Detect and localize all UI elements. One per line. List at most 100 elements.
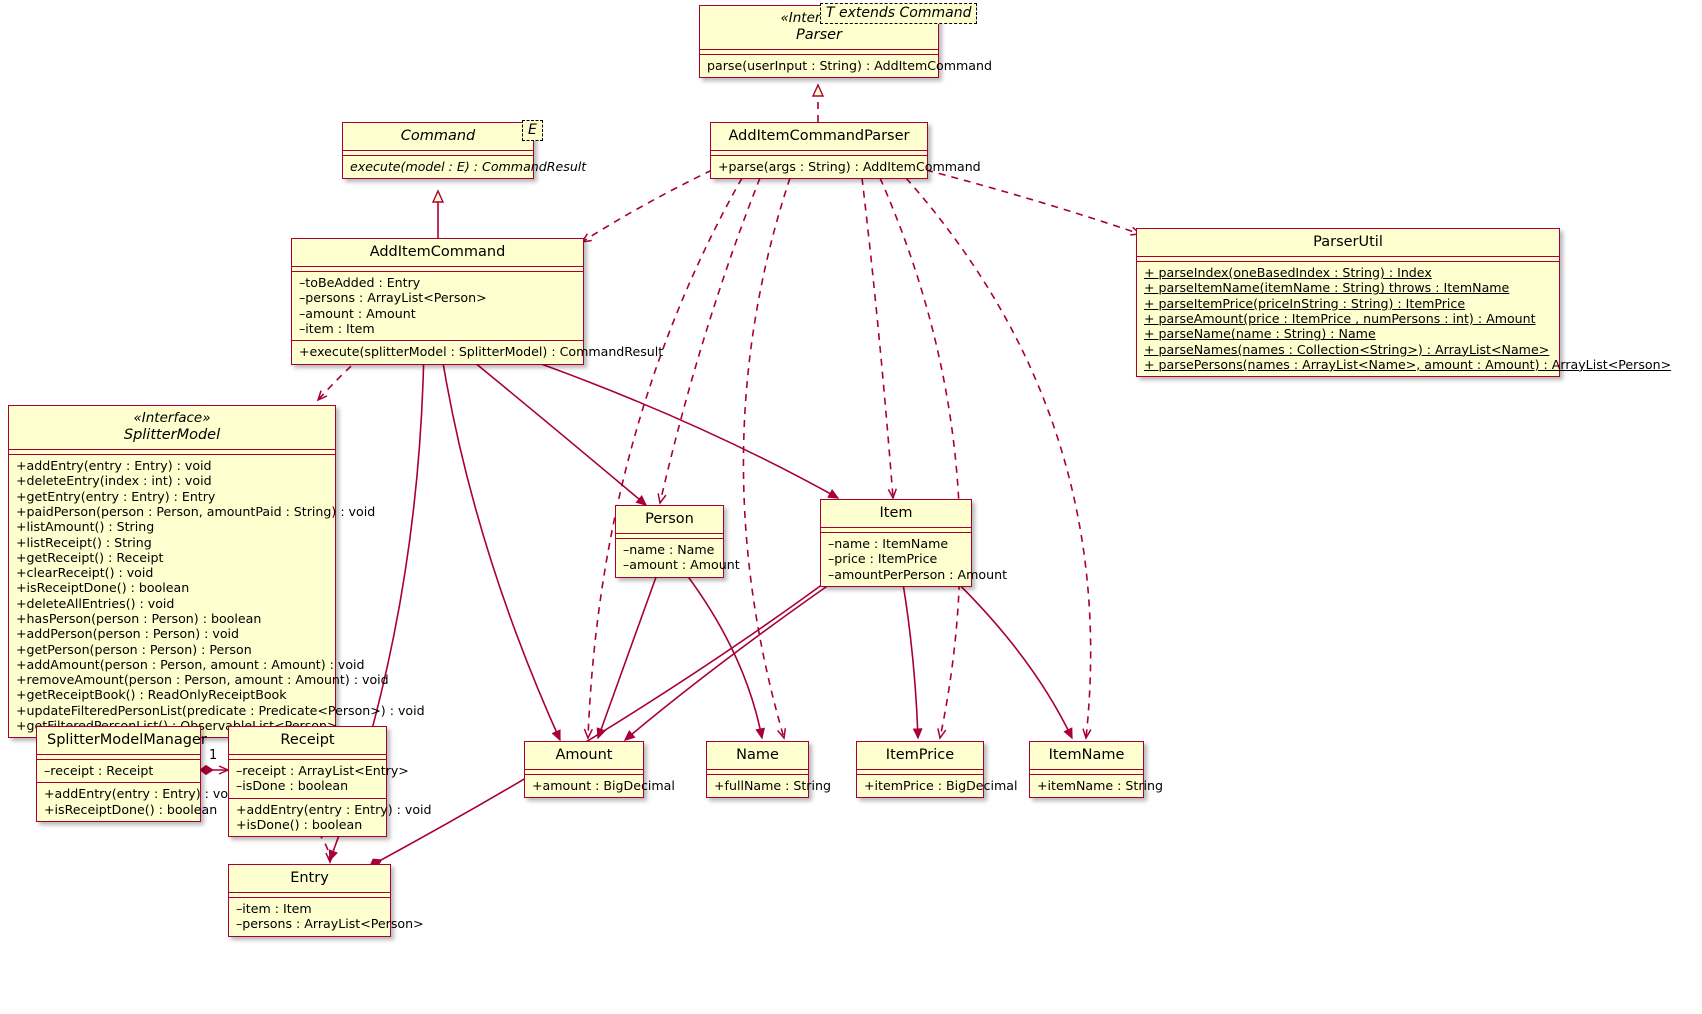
method-item: + parsePersons(names : ArrayList<Name>, …	[1144, 356, 1672, 372]
class-name-entry: Entry	[290, 870, 329, 886]
class-methods-name: +fullName : String	[707, 775, 831, 797]
class-name-person: Person	[645, 511, 694, 527]
method-item: +execute(splitterModel : SplitterModel) …	[299, 344, 664, 360]
field-item: –amount : Amount	[299, 305, 416, 321]
class-box-itemname[interactable]: ItemName +itemName : String	[1029, 741, 1163, 799]
class-box-person[interactable]: Person –name : Name –amount : Amount	[615, 505, 740, 578]
class-header-itemprice: ItemPrice	[857, 742, 983, 769]
class-fields-splittermodelmanager: –receipt : Receipt	[37, 760, 200, 782]
class-name-parser: Parser	[795, 26, 843, 43]
method-item: +amount : BigDecimal	[532, 778, 675, 794]
class-box-splittermodelmanager[interactable]: SplitterModelManager –receipt : Receipt …	[36, 726, 240, 822]
class-fields-item: –name : ItemName –price : ItemPrice –amo…	[821, 533, 1008, 586]
method-item: +addEntry(entry : Entry) : void	[236, 801, 432, 817]
field-item: –amount : Amount	[623, 557, 740, 573]
method-item: + parseItemName(itemName : String) throw…	[1144, 280, 1510, 296]
class-name-splittermodel: SplitterModel	[123, 426, 221, 443]
method-item: +getPerson(person : Person) : Person	[16, 641, 252, 657]
method-item: +addEntry(entry : Entry) : void	[44, 786, 240, 802]
method-item: +addEntry(entry : Entry) : void	[16, 458, 212, 474]
method-item: +getEntry(entry : Entry) : Entry	[16, 488, 216, 504]
class-name-parserutil: ParserUtil	[1313, 234, 1383, 250]
class-methods-additemcommandparser: +parse(args : String) : AddItemCommand	[711, 156, 981, 178]
field-item: –price : ItemPrice	[828, 551, 938, 567]
class-methods-itemname: +itemName : String	[1030, 775, 1163, 797]
class-header-splittermodel: «Interface» SplitterModel	[9, 406, 335, 449]
field-item: –amountPerPerson : Amount	[828, 566, 1008, 582]
class-box-amount[interactable]: Amount +amount : BigDecimal	[524, 741, 675, 799]
class-box-entry[interactable]: Entry –item : Item –persons : ArrayList<…	[228, 864, 424, 937]
class-methods-splittermodel: +addEntry(entry : Entry) : void +deleteE…	[9, 455, 425, 737]
field-item: –item : Item	[299, 321, 375, 336]
class-diagram-canvas: «Interface» Parser parse(userInput : Str…	[0, 0, 1702, 1014]
method-item: +deleteAllEntries() : void	[16, 595, 175, 611]
method-item: +isDone() : boolean	[236, 817, 363, 832]
class-box-parserutil[interactable]: ParserUtil + parseIndex(oneBasedIndex : …	[1136, 228, 1672, 378]
method-item: +clearReceipt() : void	[16, 565, 154, 581]
field-item: –persons : ArrayList<Person>	[299, 290, 487, 306]
class-methods-command: execute(model : E) : CommandResult	[343, 156, 587, 178]
generic-param-command: E	[522, 120, 543, 141]
class-header-parserutil: ParserUtil	[1137, 229, 1559, 256]
class-fields-person: –name : Name –amount : Amount	[616, 539, 740, 577]
class-box-command[interactable]: Command execute(model : E) : CommandResu…	[342, 122, 587, 180]
method-item: + parseName(name : String) : Name	[1144, 326, 1376, 342]
class-header-amount: Amount	[525, 742, 643, 769]
class-fields-receipt: –receipt : ArrayList<Entry> –isDone : bo…	[229, 760, 409, 798]
method-item: execute(model : E) : CommandResult	[350, 159, 587, 175]
class-methods-receipt: +addEntry(entry : Entry) : void +isDone(…	[229, 799, 432, 837]
field-item: –name : Name	[623, 542, 715, 558]
class-methods-additemcommand: +execute(splitterModel : SplitterModel) …	[292, 341, 664, 363]
class-name-item: Item	[879, 505, 913, 521]
class-name-amount: Amount	[555, 747, 613, 763]
class-box-item[interactable]: Item –name : ItemName –price : ItemPrice…	[820, 499, 1008, 587]
class-name-receipt: Receipt	[280, 732, 335, 748]
class-name-command: Command	[400, 128, 476, 144]
method-item: +isReceiptDone() : boolean	[16, 580, 190, 596]
method-item: + parseNames(names : Collection<String>)…	[1144, 341, 1550, 357]
method-item: +listReceipt() : String	[16, 534, 152, 550]
class-box-additemcommand[interactable]: AddItemCommand –toBeAdded : Entry –perso…	[291, 238, 664, 365]
class-box-name[interactable]: Name +fullName : String	[706, 741, 831, 799]
class-fields-additemcommand: –toBeAdded : Entry –persons : ArrayList<…	[292, 272, 583, 340]
class-header-name: Name	[707, 742, 808, 769]
method-item: parse(userInput : String) : AddItemComma…	[707, 58, 992, 74]
method-item: +fullName : String	[714, 778, 831, 794]
class-name-name: Name	[736, 747, 779, 763]
field-item: –name : ItemName	[828, 536, 949, 552]
method-item: +itemName : String	[1037, 778, 1163, 794]
method-item: +getReceiptBook() : ReadOnlyReceiptBook	[16, 687, 287, 703]
class-box-itemprice[interactable]: ItemPrice +itemPrice : BigDecimal	[856, 741, 1018, 799]
class-header-entry: Entry	[229, 865, 390, 892]
class-name-splittermodelmanager: SplitterModelManager	[47, 732, 207, 748]
class-header-splittermodelmanager: SplitterModelManager	[37, 727, 207, 754]
method-item: +paidPerson(person : Person, amountPaid …	[16, 503, 376, 519]
class-box-additemcommandparser[interactable]: AddItemCommandParser +parse(args : Strin…	[710, 122, 981, 180]
class-box-receipt[interactable]: Receipt –receipt : ArrayList<Entry> –isD…	[228, 726, 432, 838]
method-item: +hasPerson(person : Person) : boolean	[16, 611, 262, 626]
class-header-item: Item	[821, 500, 971, 527]
class-methods-parser: parse(userInput : String) : AddItemComma…	[700, 55, 992, 77]
field-item: –isDone : boolean	[236, 778, 349, 794]
class-name-additemcommand: AddItemCommand	[369, 244, 506, 260]
method-item: +updateFilteredPersonList(predicate : Pr…	[16, 702, 425, 718]
class-header-itemname: ItemName	[1030, 742, 1143, 769]
method-item: +itemPrice : BigDecimal	[864, 778, 1018, 794]
generic-param-parser: T extends Command	[820, 3, 978, 24]
field-item: –receipt : ArrayList<Entry>	[236, 763, 409, 779]
field-item: –toBeAdded : Entry	[299, 275, 421, 291]
multiplicity-label: 1	[209, 748, 218, 763]
class-methods-amount: +amount : BigDecimal	[525, 775, 675, 797]
class-stereotype-splittermodel: «Interface»	[133, 410, 211, 426]
class-methods-splittermodelmanager: +addEntry(entry : Entry) : void +isRecei…	[37, 783, 240, 821]
method-item: +parse(args : String) : AddItemCommand	[718, 159, 981, 175]
class-header-command: Command	[343, 123, 533, 150]
method-item: + parseAmount(price : ItemPrice , numPer…	[1144, 311, 1536, 326]
class-header-additemcommandparser: AddItemCommandParser	[711, 123, 927, 150]
class-fields-entry: –item : Item –persons : ArrayList<Person…	[229, 898, 424, 936]
class-box-splittermodel[interactable]: «Interface» SplitterModel +addEntry(entr…	[8, 405, 425, 739]
method-item: +removeAmount(person : Person, amount : …	[16, 672, 389, 688]
class-name-itemprice: ItemPrice	[885, 747, 955, 763]
method-item: +deleteEntry(index : int) : void	[16, 473, 212, 489]
class-name-additemcommandparser: AddItemCommandParser	[728, 128, 910, 144]
